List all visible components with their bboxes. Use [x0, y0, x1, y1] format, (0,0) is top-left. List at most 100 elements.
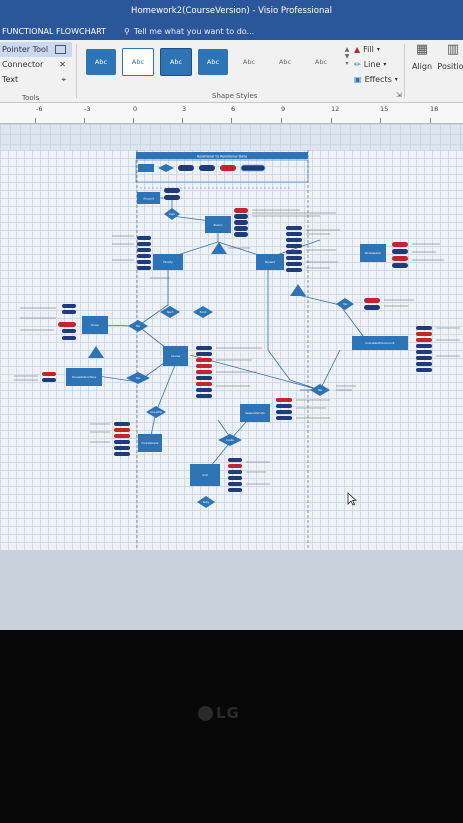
tell-me-box[interactable]: ⚲ Tell me what you want to do... [124, 27, 254, 36]
attribute-oval[interactable] [228, 470, 242, 474]
legend-attribute [178, 165, 194, 171]
attribute-oval[interactable] [234, 214, 248, 219]
attribute-oval[interactable] [228, 488, 242, 492]
attribute-oval[interactable] [286, 232, 302, 236]
attribute-oval-key[interactable] [114, 434, 130, 438]
attribute-oval[interactable] [286, 268, 302, 272]
attribute-oval[interactable] [164, 195, 180, 200]
attribute-oval-key[interactable] [276, 398, 292, 402]
attribute-oval[interactable] [114, 452, 130, 456]
attribute-oval[interactable] [137, 260, 151, 264]
attribute-oval[interactable] [228, 482, 242, 486]
attribute-oval[interactable] [137, 266, 151, 270]
attribute-oval[interactable] [62, 336, 76, 340]
attribute-oval[interactable] [196, 352, 212, 356]
line-button[interactable]: ✏ Line ▾ [354, 57, 398, 72]
text-tool-button[interactable]: Text ⌖ [0, 72, 72, 87]
attribute-oval[interactable] [114, 422, 130, 426]
attribute-oval[interactable] [416, 368, 432, 372]
shape-style-swatch[interactable]: Abc [234, 49, 264, 75]
shape-style-swatch[interactable]: Abc [306, 49, 336, 75]
attribute-oval[interactable] [196, 346, 212, 350]
attribute-oval-key[interactable] [416, 338, 432, 342]
attribute-oval[interactable] [286, 262, 302, 266]
attribute-oval[interactable] [234, 226, 248, 231]
chevron-up-icon[interactable]: ▲ [345, 46, 350, 53]
shape-style-swatch[interactable]: Abc [270, 49, 300, 75]
attribute-oval-key[interactable] [42, 372, 56, 376]
attribute-oval-key[interactable] [196, 364, 212, 368]
chevron-down-icon[interactable]: ▼ [345, 53, 350, 60]
shape-style-swatch[interactable]: Abc [160, 48, 192, 76]
position-button[interactable]: ▥ Position [436, 42, 463, 71]
attribute-oval[interactable] [62, 310, 76, 314]
attribute-oval[interactable] [196, 388, 212, 392]
gallery-scroll[interactable]: ▲ ▼ ▾ [343, 46, 351, 80]
attribute-oval-key[interactable] [234, 208, 248, 213]
attribute-oval[interactable] [164, 188, 180, 193]
tab-functional-flowchart[interactable]: FUNCTIONAL FLOWCHART [0, 27, 112, 36]
isa-triangle[interactable] [290, 284, 306, 296]
attribute-oval[interactable] [234, 220, 248, 225]
relation-label: CourseFile [150, 411, 162, 414]
attribute-oval-key[interactable] [392, 256, 408, 261]
attribute-oval[interactable] [114, 440, 130, 444]
attribute-oval[interactable] [286, 250, 302, 254]
dialog-launcher-icon[interactable]: ⇲ [396, 91, 402, 99]
attribute-oval[interactable] [137, 236, 151, 240]
attribute-oval-key[interactable] [416, 332, 432, 336]
attribute-oval[interactable] [62, 329, 76, 333]
attribute-oval[interactable] [286, 256, 302, 260]
attribute-oval[interactable] [137, 254, 151, 258]
attribute-oval[interactable] [228, 458, 242, 462]
fill-button[interactable]: ▲ Fill ▾ [354, 42, 398, 57]
shape-style-swatch[interactable]: Abc [198, 49, 228, 75]
ribbon: Pointer Tool Connector ✕ Text ⌖ Tools Ab… [0, 40, 463, 103]
more-icon[interactable]: ▾ [345, 60, 348, 67]
attribute-oval[interactable] [62, 304, 76, 308]
drawing-page[interactable]: Relational to Relational Data Account Pe… [0, 150, 463, 550]
shape-styles-group-label: Shape Styles [212, 92, 258, 100]
attribute-oval-key[interactable] [392, 242, 408, 247]
attribute-oval-key[interactable] [114, 428, 130, 432]
attribute-oval-key[interactable] [196, 382, 212, 386]
attribute-oval[interactable] [137, 242, 151, 246]
attribute-oval[interactable] [196, 376, 212, 380]
isa-triangle[interactable] [88, 346, 104, 358]
connector-tool-button[interactable]: Connector ✕ [0, 57, 72, 72]
attribute-oval-key[interactable] [196, 370, 212, 374]
attribute-oval-key[interactable] [196, 358, 212, 362]
align-button[interactable]: ▦ Align [410, 42, 434, 71]
attribute-oval[interactable] [228, 476, 242, 480]
attribute-oval-key[interactable] [228, 464, 242, 468]
attribute-oval[interactable] [276, 410, 292, 414]
effects-button[interactable]: ▣ Effects ▾ [354, 72, 398, 87]
attribute-oval[interactable] [114, 446, 130, 450]
attribute-oval[interactable] [416, 362, 432, 366]
attribute-oval[interactable] [276, 404, 292, 408]
shape-style-swatch[interactable]: Abc [86, 49, 116, 75]
attribute-oval[interactable] [416, 356, 432, 360]
pointer-tool-button[interactable]: Pointer Tool [0, 42, 72, 57]
entity-label: Course [171, 354, 180, 358]
ruler-mark: 15 [380, 105, 389, 113]
pointer-tool-label: Pointer Tool [2, 45, 49, 54]
attribute-oval[interactable] [196, 394, 212, 398]
attribute-oval[interactable] [416, 350, 432, 354]
attribute-oval[interactable] [392, 249, 408, 254]
attribute-oval-key[interactable] [58, 322, 76, 327]
attribute-oval[interactable] [137, 248, 151, 252]
shape-style-swatch[interactable]: Abc [122, 48, 154, 76]
attribute-oval[interactable] [416, 344, 432, 348]
attribute-oval[interactable] [416, 326, 432, 330]
attribute-oval[interactable] [42, 378, 56, 382]
attribute-oval[interactable] [234, 232, 248, 237]
attribute-oval[interactable] [286, 226, 302, 230]
attribute-oval[interactable] [286, 244, 302, 248]
attribute-oval[interactable] [276, 416, 292, 420]
attribute-oval-key[interactable] [364, 298, 380, 303]
attribute-oval[interactable] [392, 263, 408, 268]
attribute-oval[interactable] [364, 305, 380, 310]
attribute-oval[interactable] [286, 238, 302, 242]
tools-group: Pointer Tool Connector ✕ Text ⌖ Tools [0, 42, 72, 102]
